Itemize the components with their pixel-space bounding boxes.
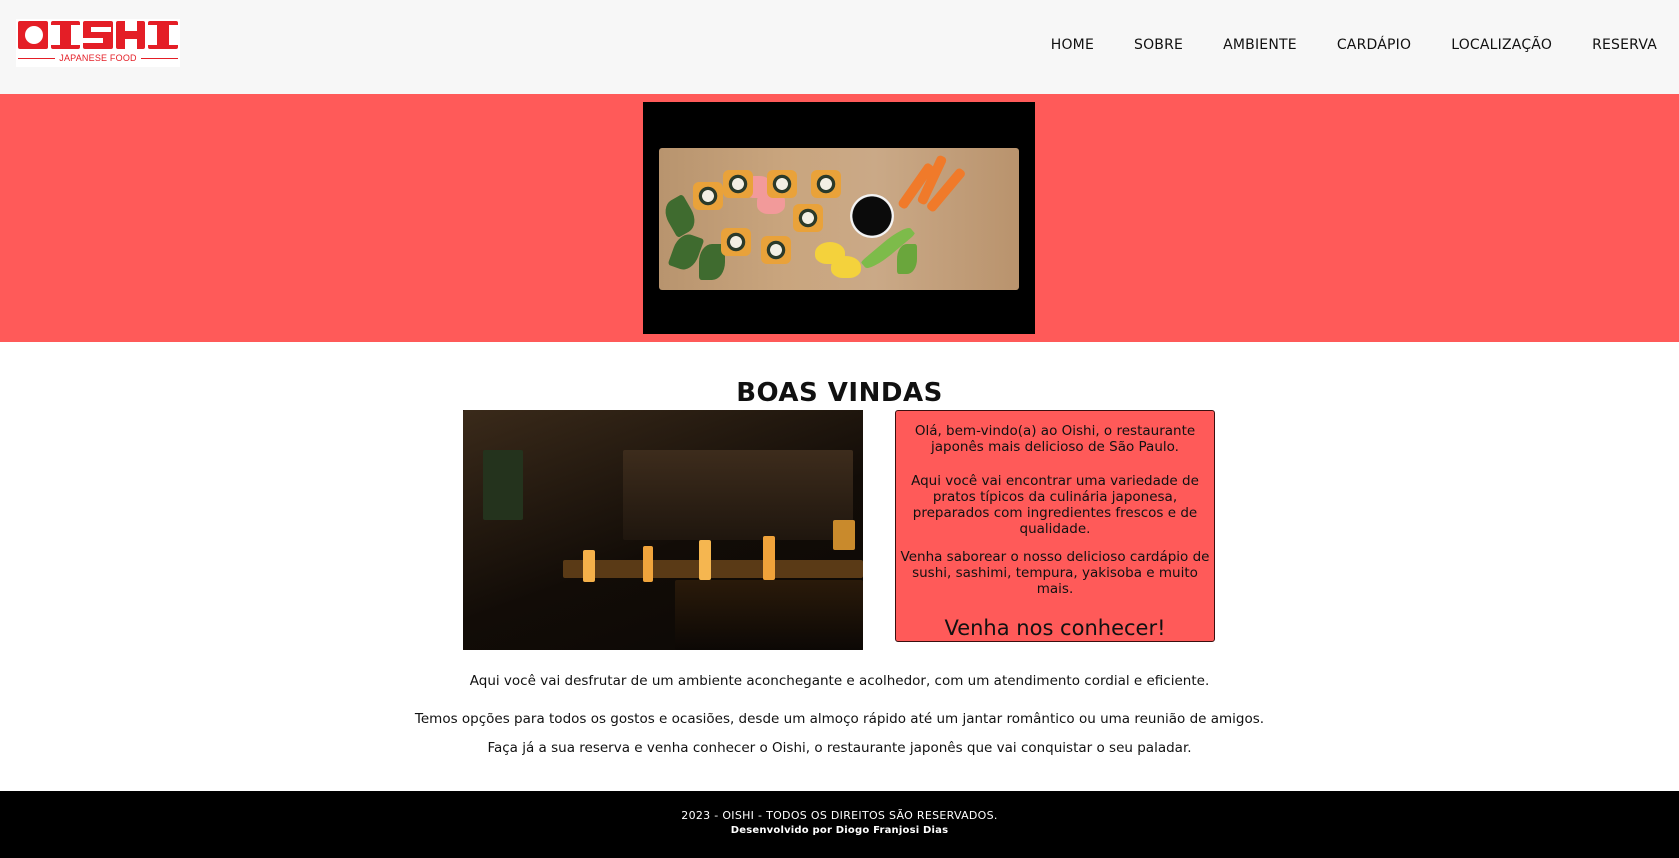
page-title: BOAS VINDAS [736,378,943,409]
paragraph-opcoes: Temos opções para todos os gostos e ocas… [414,711,1265,727]
logo-wordmark [18,21,178,49]
nav-home[interactable]: HOME [1051,37,1094,53]
welcome-text-1: Olá, bem-vindo(a) ao Oishi, o restaurant… [914,423,1196,455]
welcome-cta: Venha nos conhecer! [944,616,1166,640]
hero-banner [0,94,1679,342]
restaurant-interior-image [463,410,863,650]
logo-rule-left [18,57,56,59]
nav-localizacao[interactable]: LOCALIZAÇÃO [1451,37,1552,53]
nav-reserva[interactable]: RESERVA [1592,37,1657,53]
footer-credit: Desenvolvido por Diogo Franjosi Dias [730,825,949,836]
oishi-logo[interactable]: JAPANESE FOOD [16,19,180,67]
nav-cardapio[interactable]: CARDÁPIO [1337,37,1411,53]
logo-letter-o1 [18,21,48,49]
wooden-board [659,148,1019,290]
welcome-text-3: Venha saborear o nosso delicioso cardápi… [900,549,1210,597]
logo-letter-s [83,21,113,49]
site-footer: 2023 - OISHI - TODOS OS DIREITOS SÃO RES… [0,791,1679,858]
paragraph-ambiente: Aqui você vai desfrutar de um ambiente a… [469,673,1210,689]
logo-tagline: JAPANESE FOOD [59,53,137,63]
welcome-card: Olá, bem-vindo(a) ao Oishi, o restaurant… [895,410,1215,642]
logo-tagline-row: JAPANESE FOOD [18,52,179,64]
logo-letter-i1 [50,21,81,49]
welcome-text-2: Aqui você vai encontrar uma variedade de… [911,473,1199,537]
nav-ambiente[interactable]: AMBIENTE [1223,37,1297,53]
nav-sobre[interactable]: SOBRE [1134,37,1183,53]
logo-rule-right [140,57,179,59]
site-header: JAPANESE FOOD HOME SOBRE AMBIENTE CARDÁP… [0,0,1679,94]
logo-letter-i2 [148,21,178,49]
paragraph-reserva: Faça já a sua reserva e venha conhecer o… [487,740,1192,756]
sushi-board-image [643,102,1035,334]
logo-letter-h [115,21,146,49]
footer-copyright: 2023 - OISHI - TODOS OS DIREITOS SÃO RES… [681,809,998,822]
main-nav: HOME SOBRE AMBIENTE CARDÁPIO LOCALIZAÇÃO… [1011,37,1657,53]
